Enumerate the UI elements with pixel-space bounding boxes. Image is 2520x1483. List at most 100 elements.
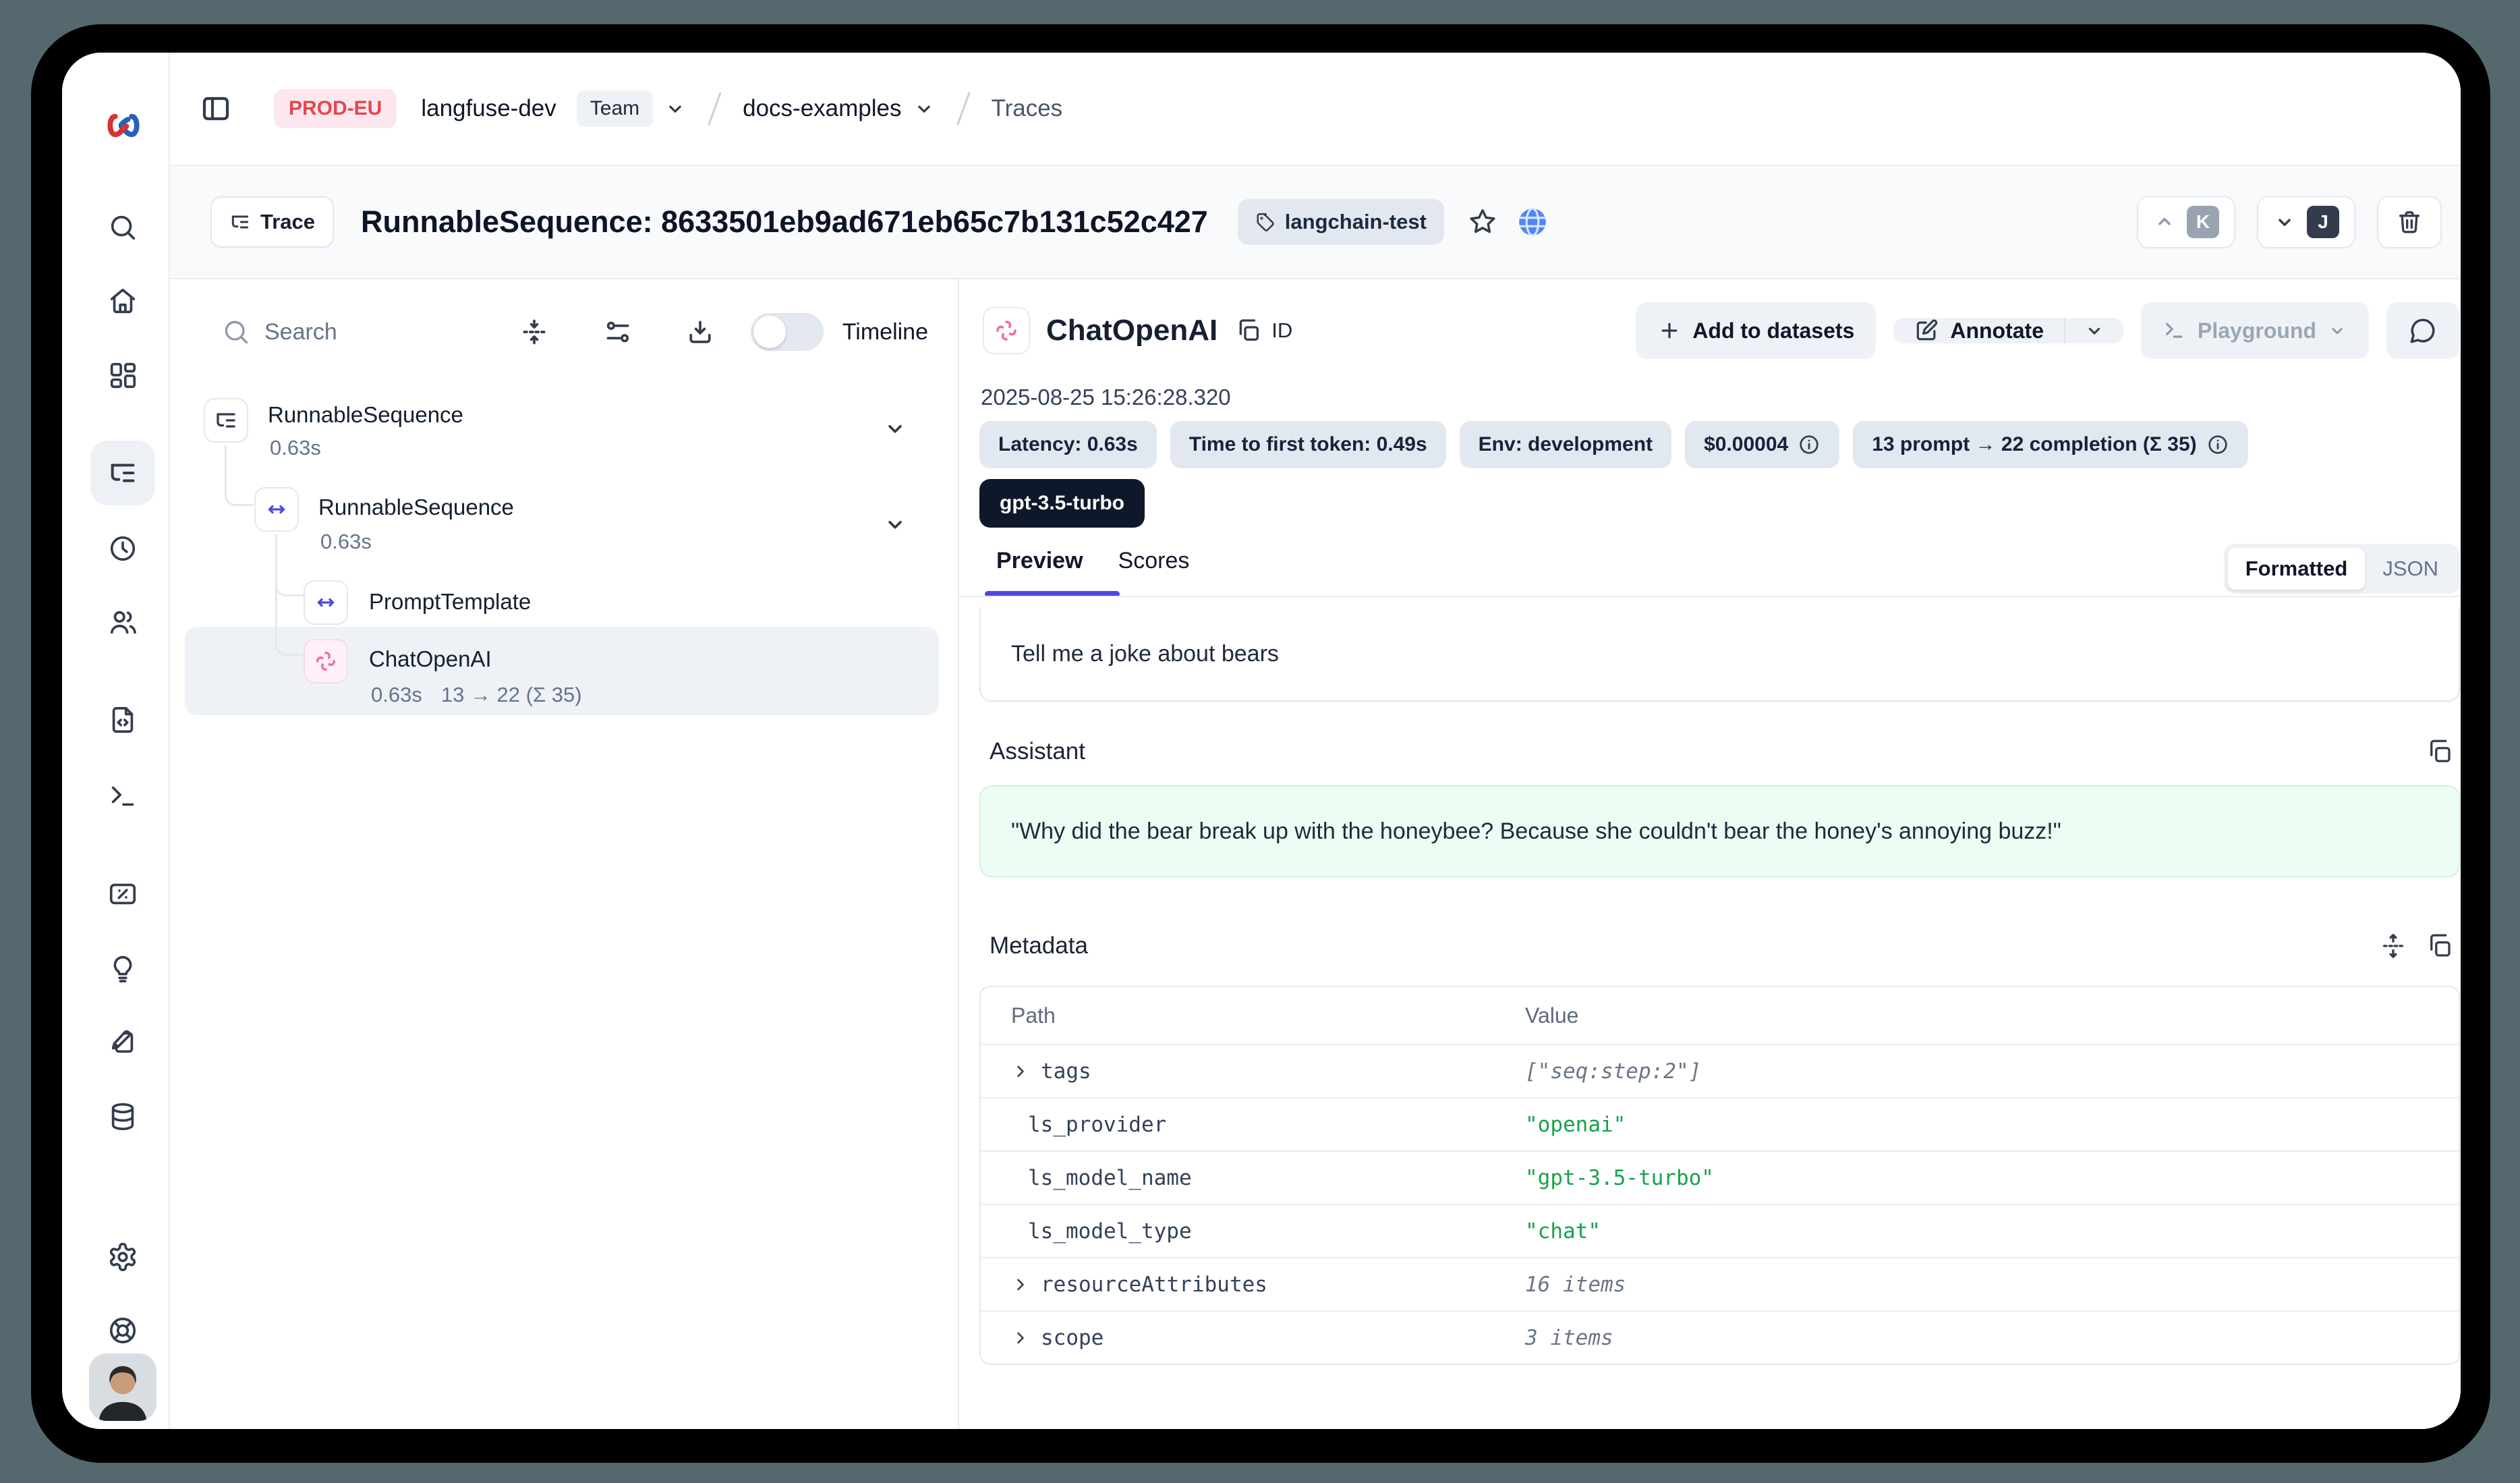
generation-node-icon (304, 639, 348, 683)
column-value: Value (1525, 1003, 1578, 1028)
trace-tag-badge[interactable]: langchain-test (1238, 199, 1444, 245)
support-icon[interactable] (107, 1315, 138, 1346)
public-globe-icon[interactable] (1516, 205, 1549, 239)
toggle-knob (753, 316, 786, 348)
chain-node-icon (254, 487, 299, 532)
datasets-icon[interactable] (107, 1101, 138, 1132)
copy-id-icon[interactable] (1235, 317, 1262, 344)
row-value: 16 items (1525, 1272, 1626, 1297)
cost-value: $0.00004 (1704, 433, 1788, 456)
expand-all-icon[interactable] (2380, 932, 2407, 959)
row-value: ["seq:step:2"] (1525, 1059, 1701, 1084)
expand-chevron-icon (1011, 1062, 1030, 1081)
screenshot-stage: PROD-EU langfuse-dev Team docs-examples … (0, 0, 2520, 1483)
detail-header: ChatOpenAI ID Add to datasets Annotate (983, 302, 2459, 359)
breadcrumb-project[interactable]: docs-examples (743, 95, 901, 122)
annotate-dropdown-chevron[interactable] (2065, 318, 2123, 343)
sidebar-toggle-icon[interactable] (200, 92, 232, 125)
tokens-badge[interactable]: 13 prompt → 22 completion (Σ 35) (1853, 421, 2247, 468)
id-label: ID (1271, 318, 1292, 343)
collapse-observations-icon[interactable] (519, 317, 549, 347)
trace-tag-label: langchain-test (1285, 210, 1427, 234)
expand-chevron-icon (1011, 1275, 1030, 1294)
cost-badge[interactable]: $0.00004 (1685, 421, 1839, 468)
node-label: ChatOpenAI (369, 646, 492, 672)
info-icon (1798, 433, 1821, 456)
view-settings-icon[interactable] (603, 317, 633, 347)
prev-trace-button[interactable]: K (2137, 196, 2235, 248)
copy-assistant-icon[interactable] (2426, 737, 2454, 766)
env-badge: Env: development (1460, 421, 1671, 468)
download-icon[interactable] (685, 317, 715, 347)
format-formatted-option[interactable]: Formatted (2228, 548, 2366, 590)
row-key: ls_model_name (1028, 1166, 1192, 1190)
prompts-icon[interactable] (107, 704, 138, 735)
tree-toolbar: Timeline (170, 298, 958, 366)
format-json-option[interactable]: JSON (2365, 548, 2456, 590)
metadata-row-resourceattributes[interactable]: resourceAttributes 16 items (981, 1257, 2459, 1310)
org-chevron-down-icon[interactable] (664, 97, 687, 120)
bookmark-star-icon[interactable] (1467, 206, 1498, 237)
org-role-badge[interactable]: Team (577, 90, 653, 127)
scores-icon[interactable] (107, 878, 138, 910)
timeline-toggle[interactable] (751, 313, 824, 351)
tree-search-input[interactable] (264, 319, 460, 345)
user-avatar[interactable] (89, 1353, 156, 1421)
playground-button[interactable]: Playground (2141, 302, 2369, 359)
sessions-icon[interactable] (107, 533, 138, 564)
node-duration: 0.63s (371, 683, 422, 706)
users-icon[interactable] (107, 607, 138, 638)
assistant-message-box: "Why did the bear break up with the hone… (979, 785, 2460, 877)
annotate-button[interactable]: Annotate (1893, 318, 2064, 343)
generation-icon-badge (983, 307, 1030, 354)
home-icon[interactable] (107, 285, 138, 316)
tab-preview[interactable]: Preview (996, 548, 1083, 581)
add-to-datasets-button[interactable]: Add to datasets (1636, 302, 1876, 359)
row-key: tags (1041, 1059, 1091, 1084)
chevron-up-icon (2153, 211, 2176, 233)
timeline-label: Timeline (842, 319, 928, 345)
metadata-row-tags[interactable]: tags ["seq:step:2"] (981, 1044, 2459, 1097)
annotation-icon[interactable] (107, 1027, 138, 1058)
dashboards-icon[interactable] (107, 360, 138, 391)
node-duration: 0.63s (320, 530, 372, 554)
settings-gear-icon[interactable] (107, 1241, 138, 1272)
breadcrumb-section[interactable]: Traces (992, 95, 1063, 122)
environment-badge[interactable]: PROD-EU (274, 89, 397, 128)
metadata-row-scope[interactable]: scope 3 items (981, 1310, 2459, 1364)
insights-icon[interactable] (107, 953, 138, 984)
metric-badges: Latency: 0.63s Time to first token: 0.49… (979, 421, 2248, 468)
playground-chevron-icon (2327, 320, 2347, 341)
observation-title: ChatOpenAI (1046, 314, 1218, 347)
row-key: resourceAttributes (1041, 1272, 1267, 1297)
delete-trace-button[interactable] (2377, 196, 2442, 248)
node-collapse-chevron[interactable] (882, 416, 908, 441)
annotate-label: Annotate (1950, 318, 2044, 343)
tracing-icon[interactable] (107, 457, 138, 488)
model-badge[interactable]: gpt-3.5-turbo (979, 479, 1145, 528)
annotate-pen-icon (1914, 318, 1939, 343)
project-chevron-down-icon[interactable] (913, 97, 936, 120)
playground-icon[interactable] (107, 780, 138, 811)
node-tokens: 13 → 22 (Σ 35) (441, 683, 582, 706)
row-key: ls_model_type (1028, 1219, 1192, 1243)
langfuse-logo[interactable] (104, 112, 143, 139)
row-value: "gpt-3.5-turbo" (1525, 1166, 1714, 1190)
assistant-message-text: "Why did the bear break up with the hone… (1011, 818, 2061, 845)
breadcrumb-org[interactable]: langfuse-dev (421, 95, 556, 122)
search-icon[interactable] (107, 212, 138, 243)
row-value: 3 items (1525, 1326, 1613, 1350)
next-trace-button[interactable]: J (2257, 196, 2355, 248)
node-label: RunnableSequence (318, 495, 514, 520)
trace-node-icon (204, 398, 248, 443)
copy-metadata-icon[interactable] (2426, 932, 2454, 960)
breadcrumb-separator (956, 92, 971, 125)
metadata-row-ls-provider: ls_provider "openai" (981, 1097, 2459, 1150)
plus-icon (1657, 318, 1682, 343)
info-icon (2206, 433, 2229, 456)
tab-scores[interactable]: Scores (1118, 548, 1190, 581)
trace-type-label: Trace (260, 210, 315, 234)
comments-button[interactable] (2386, 302, 2459, 359)
node-collapse-chevron[interactable] (882, 511, 908, 537)
metadata-section-header: Metadata (990, 930, 2454, 962)
